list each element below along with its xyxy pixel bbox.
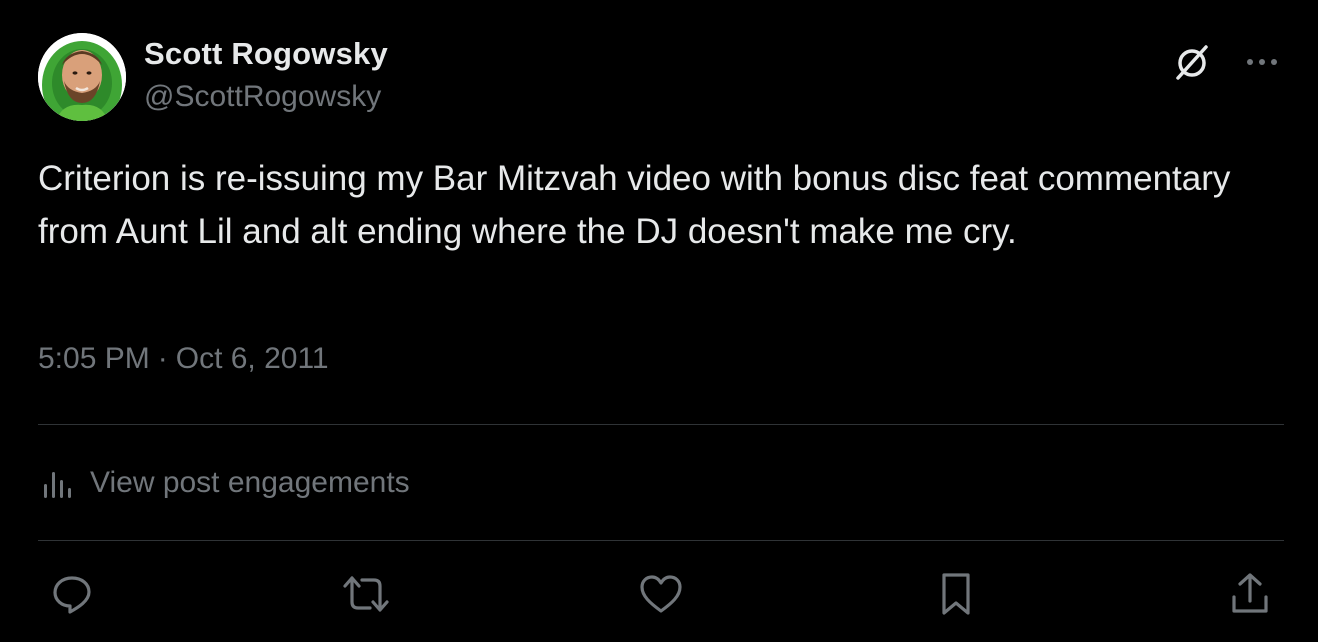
repost-button[interactable] xyxy=(342,570,390,618)
heart-icon xyxy=(640,575,682,613)
meta-separator: · xyxy=(157,342,168,375)
author-display-name[interactable]: Scott Rogowsky xyxy=(144,36,388,72)
analytics-icon xyxy=(44,472,71,498)
post-card: Scott Rogowsky @ScottRogowsky Criterion … xyxy=(0,0,1318,642)
view-engagements-label: View post engagements xyxy=(90,466,410,499)
like-button[interactable] xyxy=(637,570,685,618)
view-engagements-link[interactable]: View post engagements xyxy=(38,460,410,506)
post-text: Criterion is re-issuing my Bar Mitzvah v… xyxy=(38,159,1231,251)
repost-icon xyxy=(343,576,389,612)
post-time[interactable]: 5:05 PM xyxy=(38,342,150,375)
reply-button[interactable] xyxy=(48,570,96,618)
bookmark-button[interactable] xyxy=(932,570,980,618)
more-options-button[interactable] xyxy=(1242,44,1282,80)
share-button[interactable] xyxy=(1226,570,1274,618)
avatar[interactable] xyxy=(38,33,126,121)
ellipsis-icon xyxy=(1247,59,1277,65)
grok-icon xyxy=(1176,45,1208,80)
post-date[interactable]: Oct 6, 2011 xyxy=(176,342,329,375)
post-timestamp[interactable]: 5:05 PM · Oct 6, 2011 xyxy=(38,342,329,376)
avatar-image xyxy=(38,33,126,121)
author-handle[interactable]: @ScottRogowsky xyxy=(144,80,381,114)
reply-icon xyxy=(53,576,91,614)
share-icon xyxy=(1232,573,1268,613)
divider xyxy=(38,424,1284,425)
grok-button[interactable] xyxy=(1172,42,1212,82)
bookmark-icon xyxy=(942,573,970,615)
divider xyxy=(38,540,1284,541)
